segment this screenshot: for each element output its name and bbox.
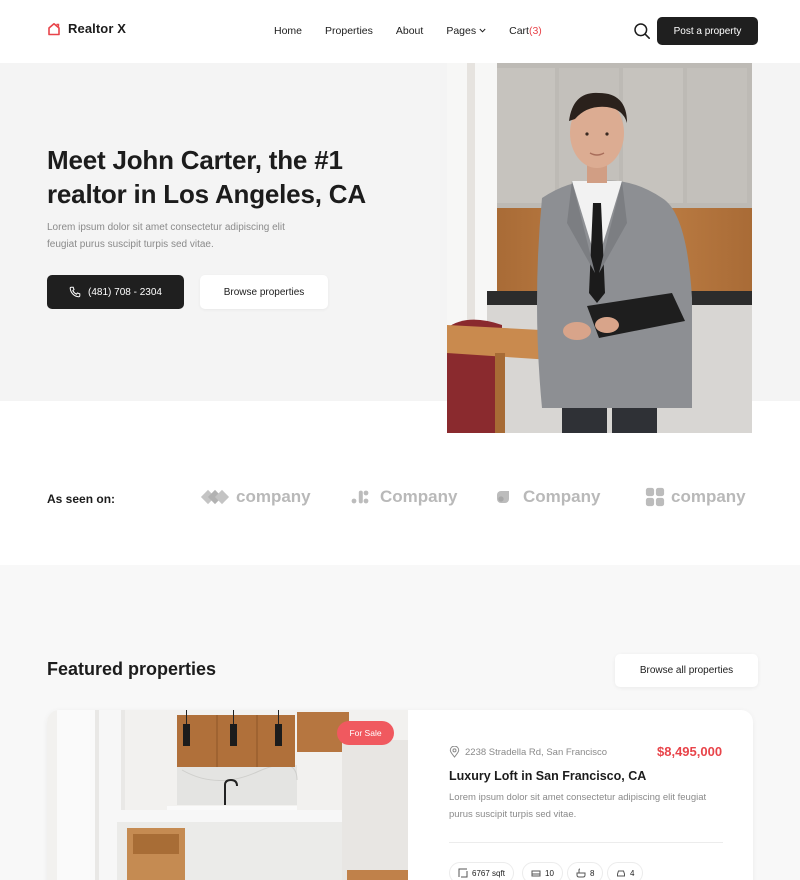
brand-name-1: company [236, 487, 311, 506]
baths-feature: 8 [567, 862, 604, 880]
property-description: Lorem ipsum dolor sit amet consectetur a… [449, 792, 707, 820]
nav-cart-label: Cart [509, 25, 529, 37]
brand-name-3: Company [523, 487, 601, 506]
card-divider [449, 842, 723, 843]
area-value: 6767 sqft [472, 868, 505, 878]
brand-name-4: company [671, 487, 746, 506]
area-feature: 6767 sqft [449, 862, 514, 880]
brand-logo-3: Company [497, 486, 600, 508]
search-icon[interactable] [633, 22, 651, 40]
realtor-photo [447, 63, 752, 433]
property-title[interactable]: Luxury Loft in San Francisco, CA [449, 769, 646, 783]
diamond-chain-icon [200, 489, 230, 505]
nav-about[interactable]: About [396, 25, 423, 37]
brand-logo-2: Company [350, 486, 457, 508]
baths-value: 8 [590, 868, 595, 878]
nav-pages-label: Pages [446, 25, 477, 37]
property-address: 2238 Stradella Rd, San Francisco [449, 746, 607, 758]
cart-count-badge: (3) [528, 25, 542, 37]
post-property-button[interactable]: Post a property [657, 17, 758, 45]
car-icon [617, 870, 625, 877]
area-icon [458, 868, 468, 878]
grid-squares-icon [645, 487, 665, 507]
nav-cart[interactable]: Cart (3) [509, 25, 542, 37]
nav-home[interactable]: Home [274, 25, 302, 37]
location-pin-icon [449, 746, 460, 758]
browse-all-properties-button[interactable]: Browse all properties [615, 654, 758, 687]
for-sale-badge: For Sale [337, 721, 394, 745]
as-seen-on-label: As seen on: [47, 492, 116, 506]
main-nav: Home Properties About Pages Cart (3) [274, 25, 565, 37]
garage-feature: 4 [607, 862, 644, 880]
phone-icon [69, 286, 81, 298]
address-text: 2238 Stradella Rd, San Francisco [465, 746, 608, 758]
logo[interactable]: Realtor X [47, 21, 126, 36]
brand-logo-1: company [200, 486, 311, 508]
rounded-square-icon [497, 491, 509, 503]
property-price: $8,495,000 [657, 744, 723, 759]
logo-text: Realtor X [68, 21, 126, 36]
dots-bars-icon [351, 490, 369, 504]
beds-feature: 10 [522, 862, 563, 880]
phone-number: (481) 708 - 2304 [88, 286, 162, 298]
brand-logo-4: company [645, 486, 746, 508]
hero-description: Lorem ipsum dolor sit amet consectetur a… [47, 222, 285, 250]
featured-title: Featured properties [47, 659, 217, 679]
bath-icon [576, 868, 586, 878]
house-logo-icon [48, 22, 60, 35]
browse-properties-button[interactable]: Browse properties [200, 275, 328, 309]
chevron-down-icon [479, 28, 486, 35]
garage-value: 4 [630, 868, 635, 878]
beds-value: 10 [545, 868, 554, 878]
site-header: Realtor X Home Properties About Pages Ca… [0, 0, 800, 63]
call-phone-button[interactable]: (481) 708 - 2304 [47, 275, 184, 309]
bed-icon [531, 870, 541, 877]
hero-title: Meet John Carter, the #1 realtor in Los … [47, 145, 366, 209]
nav-properties[interactable]: Properties [325, 25, 373, 37]
brand-name-2: Company [380, 487, 458, 506]
nav-pages[interactable]: Pages [446, 25, 486, 37]
